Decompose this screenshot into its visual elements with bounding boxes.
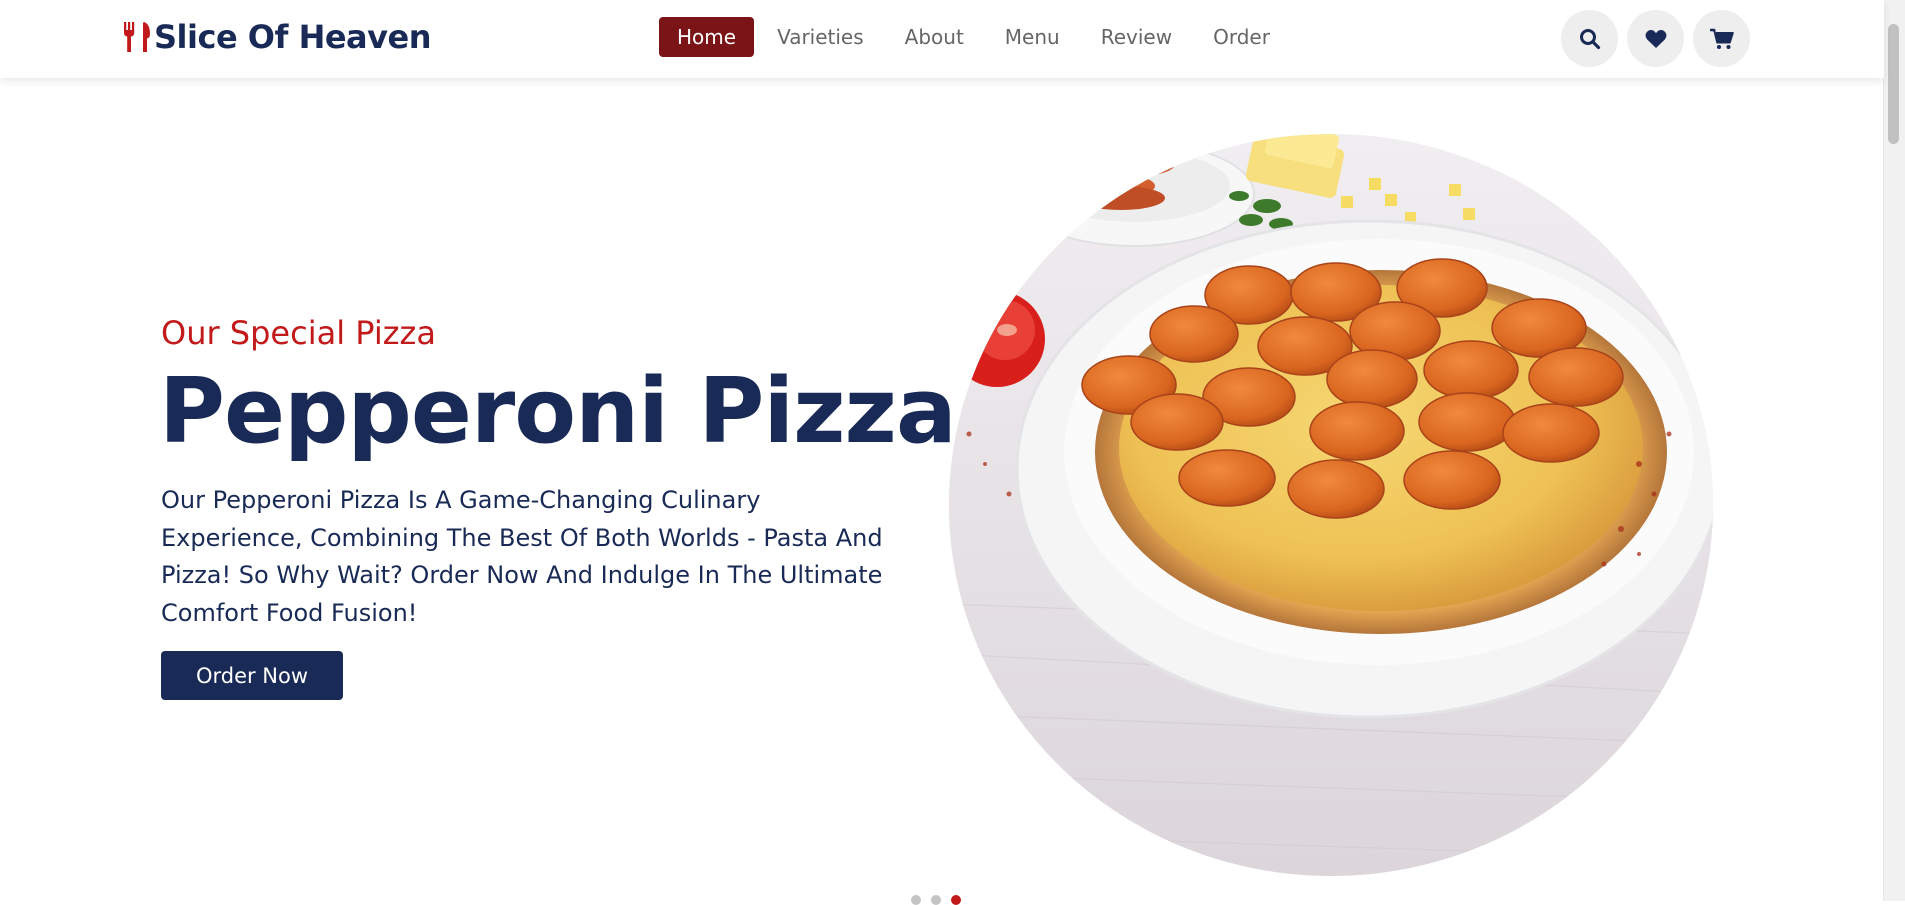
favorites-button[interactable]: [1627, 10, 1684, 67]
search-button[interactable]: [1561, 10, 1618, 67]
nav-review[interactable]: Review: [1083, 17, 1190, 57]
slider-dot-2[interactable]: [931, 895, 941, 905]
cart-button[interactable]: [1693, 10, 1750, 67]
search-icon: [1579, 28, 1600, 49]
hero-title: Pepperoni Pizza: [159, 359, 957, 464]
nav-home[interactable]: Home: [659, 17, 755, 57]
main-nav: Home Varieties About Menu Review Order: [659, 17, 1293, 57]
nav-menu[interactable]: Menu: [987, 17, 1078, 57]
nav-varieties[interactable]: Varieties: [759, 17, 882, 57]
nav-order[interactable]: Order: [1195, 17, 1288, 57]
scrollbar-thumb[interactable]: [1888, 24, 1899, 144]
brand-logo[interactable]: Slice Of Heaven: [122, 18, 431, 56]
navbar: Slice Of Heaven Home Varieties About Men…: [0, 0, 1884, 78]
slider-dots: [911, 895, 971, 905]
heart-icon: [1645, 29, 1666, 48]
brand-name: Slice Of Heaven: [154, 18, 431, 56]
slider-dot-3[interactable]: [951, 895, 961, 905]
pepperoni-pizza-image: [949, 134, 1713, 876]
utensils-icon: [124, 22, 150, 52]
hero-description: Our Pepperoni Pizza Is A Game-Changing C…: [161, 486, 883, 627]
slider-dot-1[interactable]: [911, 895, 921, 905]
nav-about[interactable]: About: [887, 17, 982, 57]
cart-icon: [1709, 28, 1734, 49]
hero-subtitle: Our Special Pizza: [161, 314, 436, 352]
pizza-illustration: [949, 134, 1713, 876]
order-now-button[interactable]: Order Now: [161, 651, 343, 700]
page-scrollbar[interactable]: [1883, 0, 1905, 901]
